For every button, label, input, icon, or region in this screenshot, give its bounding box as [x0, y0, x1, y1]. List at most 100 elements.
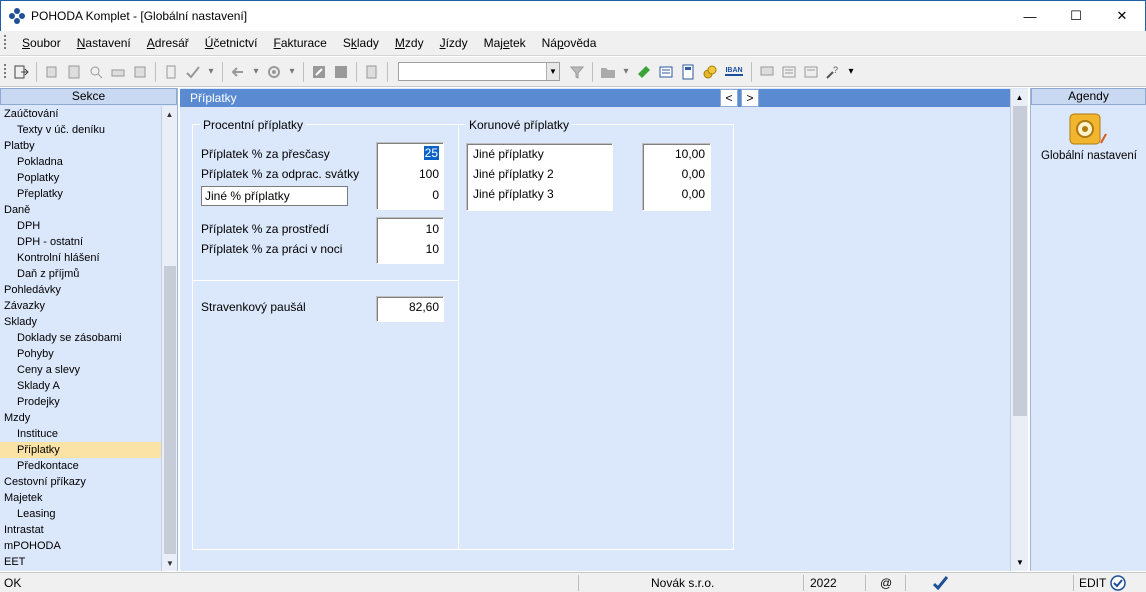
edit-icon[interactable]: [311, 64, 327, 80]
dropdown-arrow-icon[interactable]: ▾: [288, 64, 296, 80]
environment-value-field[interactable]: 10: [380, 222, 439, 236]
back-arrow-icon[interactable]: [230, 64, 246, 80]
section-item[interactable]: Poplatky: [0, 170, 161, 186]
preview-icon[interactable]: [88, 64, 104, 80]
folder-icon[interactable]: [600, 64, 616, 80]
scroll-thumb[interactable]: [1013, 106, 1027, 416]
crown-surcharge-label[interactable]: Jiné příplatky 2: [473, 167, 554, 181]
check-icon[interactable]: [185, 64, 201, 80]
menu-item-8[interactable]: Majetek: [476, 36, 534, 50]
quick-search-combo[interactable]: ▼: [398, 62, 560, 81]
status-check-icon[interactable]: [932, 575, 949, 592]
copy-icon[interactable]: [44, 64, 60, 80]
section-item[interactable]: Předkontace: [0, 458, 161, 474]
scroll-down-icon[interactable]: ▼: [162, 555, 178, 571]
maximize-button[interactable]: ☐: [1053, 1, 1099, 31]
menu-item-4[interactable]: Fakturace: [265, 36, 334, 50]
menu-item-7[interactable]: Jízdy: [432, 36, 476, 50]
menu-item-3[interactable]: Účetnictví: [197, 36, 266, 50]
main-scrollbar[interactable]: ▲ ▼: [1010, 89, 1028, 571]
iban-icon[interactable]: IBAN: [724, 64, 744, 80]
menu-item-9[interactable]: Nápověda: [534, 36, 605, 50]
crown-surcharge-label[interactable]: Jiné příplatky 3: [473, 187, 554, 201]
section-item[interactable]: Cestovní příkazy: [0, 474, 161, 490]
crown-surcharge-label[interactable]: Jiné příplatky: [473, 147, 544, 161]
menu-item-2[interactable]: Adresář: [139, 36, 197, 50]
scroll-down-icon[interactable]: ▼: [1011, 554, 1029, 571]
section-item[interactable]: Intrastat: [0, 522, 161, 538]
section-item[interactable]: Majetek: [0, 490, 161, 506]
section-item[interactable]: Doklady se zásobami: [0, 330, 161, 346]
export-icon[interactable]: [132, 64, 148, 80]
edit-list-icon[interactable]: [333, 64, 349, 80]
next-record-button[interactable]: >: [741, 89, 759, 107]
section-item[interactable]: Leasing: [0, 506, 161, 522]
scroll-up-icon[interactable]: ▲: [1011, 89, 1028, 106]
section-item[interactable]: Texty v úč. deníku: [0, 122, 161, 138]
new-record-icon[interactable]: [66, 64, 82, 80]
section-item[interactable]: Prodejky: [0, 394, 161, 410]
section-item[interactable]: Příplatky: [0, 442, 161, 458]
list-view-icon[interactable]: [781, 64, 797, 80]
section-item[interactable]: Pohledávky: [0, 282, 161, 298]
dropdown-arrow-icon[interactable]: ▾: [207, 64, 215, 80]
money-icon[interactable]: [636, 64, 652, 80]
section-item[interactable]: Daně: [0, 202, 161, 218]
other-percent-label-field[interactable]: Jiné % příplatky: [201, 186, 348, 206]
global-settings-agenda-label[interactable]: Globální nastavení: [1031, 150, 1146, 162]
section-item[interactable]: Sklady A: [0, 378, 161, 394]
print-icon[interactable]: [110, 64, 126, 80]
form-view-icon[interactable]: [803, 64, 819, 80]
previous-record-button[interactable]: <: [720, 89, 738, 107]
combo-arrow-icon[interactable]: ▼: [546, 63, 559, 80]
night-value-field[interactable]: 10: [380, 242, 439, 256]
clipboard-icon[interactable]: [364, 64, 380, 80]
section-item[interactable]: Pohyby: [0, 346, 161, 362]
calculator-2-icon[interactable]: [680, 64, 696, 80]
help-icon[interactable]: ?: [825, 64, 841, 80]
section-item[interactable]: Platby: [0, 138, 161, 154]
dropdown-arrow-icon[interactable]: ▾: [622, 64, 630, 80]
document-icon[interactable]: [163, 64, 179, 80]
status-email-icon[interactable]: @: [880, 573, 892, 592]
menu-item-0[interactable]: Soubor: [14, 36, 69, 50]
filter-icon[interactable]: [569, 64, 585, 80]
section-item[interactable]: Zaúčtování: [0, 106, 161, 122]
status-ok-icon[interactable]: [1110, 575, 1126, 592]
menu-item-1[interactable]: Nastavení: [69, 36, 139, 50]
crown-surcharge-value[interactable]: 0,00: [646, 187, 705, 201]
overtime-value-field[interactable]: 25: [380, 146, 439, 160]
section-item[interactable]: Instituce: [0, 426, 161, 442]
section-item[interactable]: Přeplatky: [0, 186, 161, 202]
close-button[interactable]: ✕: [1099, 1, 1145, 31]
section-item[interactable]: Pokladna: [0, 154, 161, 170]
minimize-button[interactable]: —: [1007, 1, 1053, 31]
coins-icon[interactable]: [702, 64, 718, 80]
dropdown-arrow-icon[interactable]: ▾: [847, 64, 855, 80]
settings-gear-icon[interactable]: [266, 64, 282, 80]
section-item[interactable]: DPH: [0, 218, 161, 234]
exit-icon[interactable]: [13, 64, 29, 80]
dropdown-arrow-icon[interactable]: ▾: [252, 64, 260, 80]
section-item[interactable]: Daň z příjmů: [0, 266, 161, 282]
section-item[interactable]: Mzdy: [0, 410, 161, 426]
meal-allowance-value-field[interactable]: 82,60: [380, 300, 439, 314]
other-percent-value-field[interactable]: 0: [380, 188, 439, 202]
section-item[interactable]: Závazky: [0, 298, 161, 314]
section-item[interactable]: mPOHODA: [0, 538, 161, 554]
section-item[interactable]: Sklady: [0, 314, 161, 330]
crown-surcharge-value[interactable]: 10,00: [646, 147, 705, 161]
menu-item-6[interactable]: Mzdy: [387, 36, 432, 50]
scroll-thumb[interactable]: [164, 266, 176, 554]
holiday-value-field[interactable]: 100: [380, 167, 439, 181]
global-settings-gear-icon[interactable]: [1069, 113, 1107, 147]
status-company[interactable]: Novák s.r.o.: [651, 573, 714, 592]
section-item[interactable]: Kontrolní hlášení: [0, 250, 161, 266]
status-year[interactable]: 2022: [810, 573, 837, 592]
menu-item-5[interactable]: Sklady: [335, 36, 387, 50]
scroll-up-icon[interactable]: ▲: [162, 106, 177, 122]
sections-scrollbar[interactable]: ▲ ▼: [161, 106, 177, 571]
crown-surcharge-value[interactable]: 0,00: [646, 167, 705, 181]
section-item[interactable]: EET: [0, 554, 161, 570]
section-item[interactable]: Ceny a slevy: [0, 362, 161, 378]
